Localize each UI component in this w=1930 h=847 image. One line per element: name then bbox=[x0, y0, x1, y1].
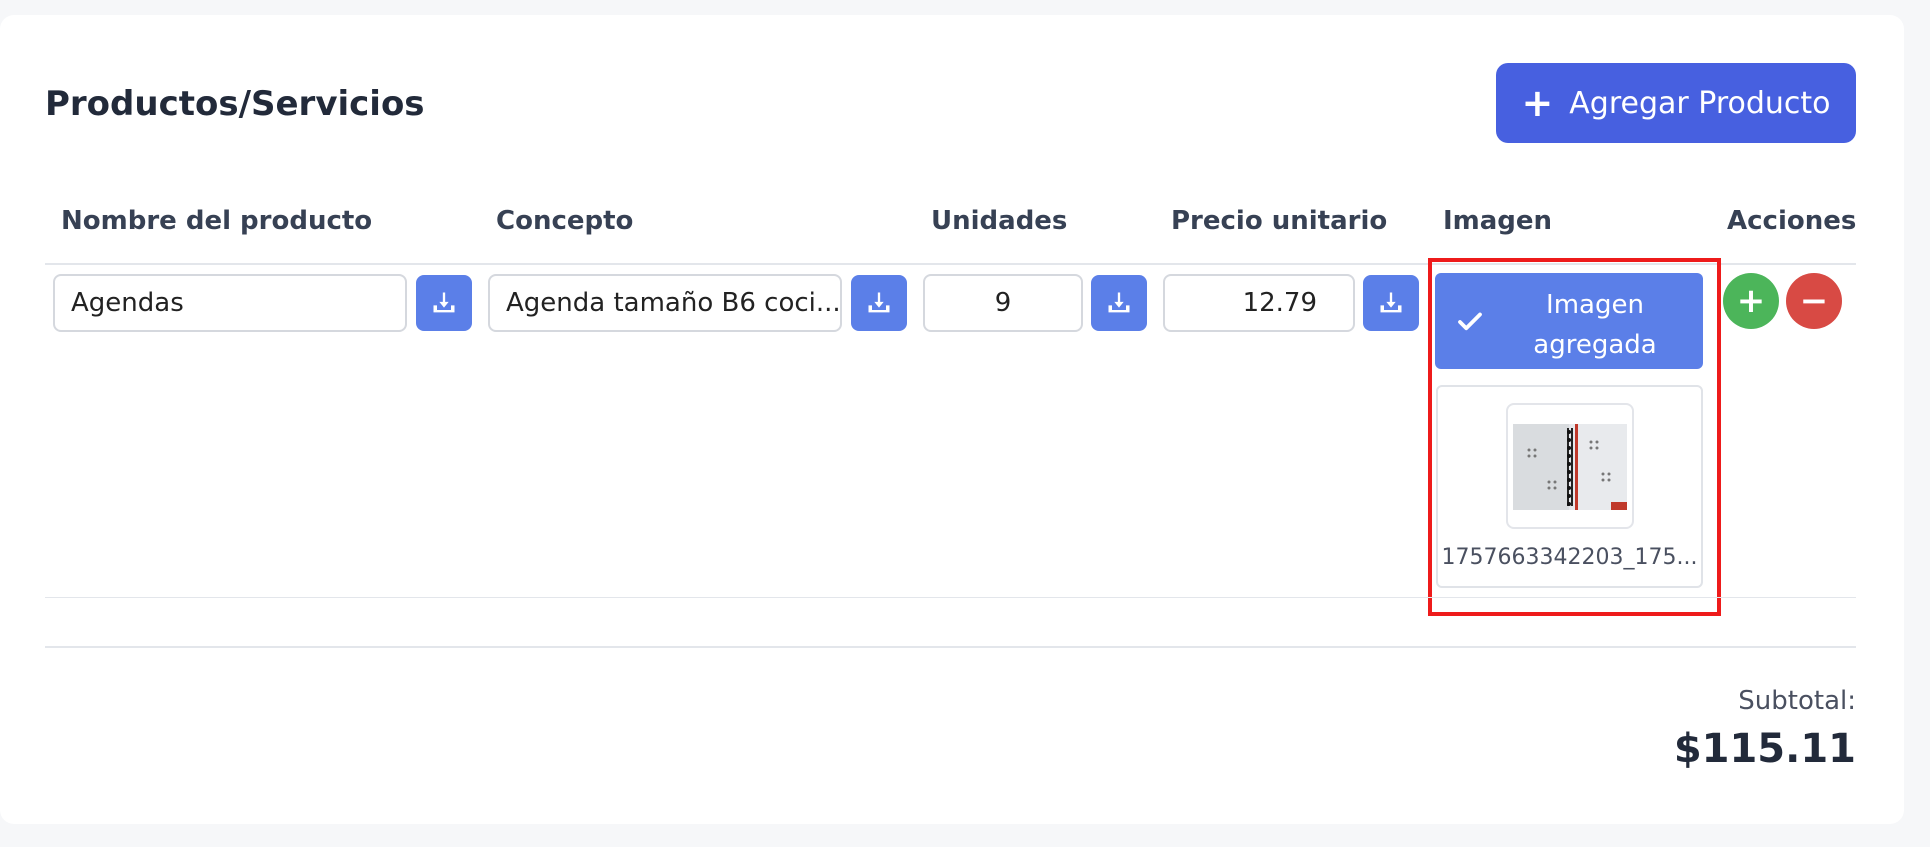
download-icon bbox=[868, 292, 890, 313]
download-icon bbox=[433, 292, 455, 313]
table-bottom-divider bbox=[45, 646, 1856, 648]
header-nombre: Nombre del producto bbox=[61, 206, 373, 236]
add-product-label: Agregar Producto bbox=[1569, 85, 1831, 121]
download-price-button[interactable] bbox=[1363, 275, 1419, 331]
unit-price-input[interactable]: 12.79 bbox=[1163, 274, 1355, 332]
header-concepto: Concepto bbox=[496, 206, 634, 236]
download-concept-button[interactable] bbox=[851, 275, 907, 331]
product-thumbnail[interactable] bbox=[1506, 403, 1634, 529]
remove-row-button[interactable]: − bbox=[1786, 273, 1842, 329]
check-icon bbox=[1458, 312, 1482, 331]
subtotal-label: Subtotal: bbox=[1738, 686, 1856, 716]
header-unidades: Unidades bbox=[931, 206, 1068, 236]
image-added-label: Imagen agregada bbox=[1533, 290, 1657, 360]
add-row-button[interactable]: + bbox=[1723, 273, 1779, 329]
units-input[interactable]: 9 bbox=[923, 274, 1083, 332]
download-name-button[interactable] bbox=[416, 275, 472, 331]
image-preview: 1757663342203_175... bbox=[1436, 385, 1703, 588]
notebook-image bbox=[1513, 424, 1627, 510]
add-product-button[interactable]: + Agregar Producto bbox=[1496, 63, 1856, 143]
section-title: Productos/Servicios bbox=[45, 84, 425, 124]
download-icon bbox=[1108, 292, 1130, 313]
subtotal-value: $115.11 bbox=[1673, 726, 1856, 772]
add-row-icon: + bbox=[1736, 281, 1766, 321]
image-filename: 1757663342203_175... bbox=[1441, 545, 1698, 570]
header-precio: Precio unitario bbox=[1171, 206, 1388, 236]
plus-icon: + bbox=[1521, 81, 1554, 125]
remove-row-icon: − bbox=[1799, 281, 1829, 321]
concept-input[interactable]: Agenda tamaño B6 coci... bbox=[488, 274, 842, 332]
download-units-button[interactable] bbox=[1091, 275, 1147, 331]
header-imagen: Imagen bbox=[1443, 206, 1553, 236]
image-added-button[interactable]: Imagen agregada bbox=[1435, 273, 1703, 369]
header-acciones: Acciones bbox=[1727, 206, 1857, 236]
row-divider bbox=[45, 597, 1856, 598]
download-icon bbox=[1380, 292, 1402, 313]
product-name-input[interactable]: Agendas bbox=[53, 274, 407, 332]
